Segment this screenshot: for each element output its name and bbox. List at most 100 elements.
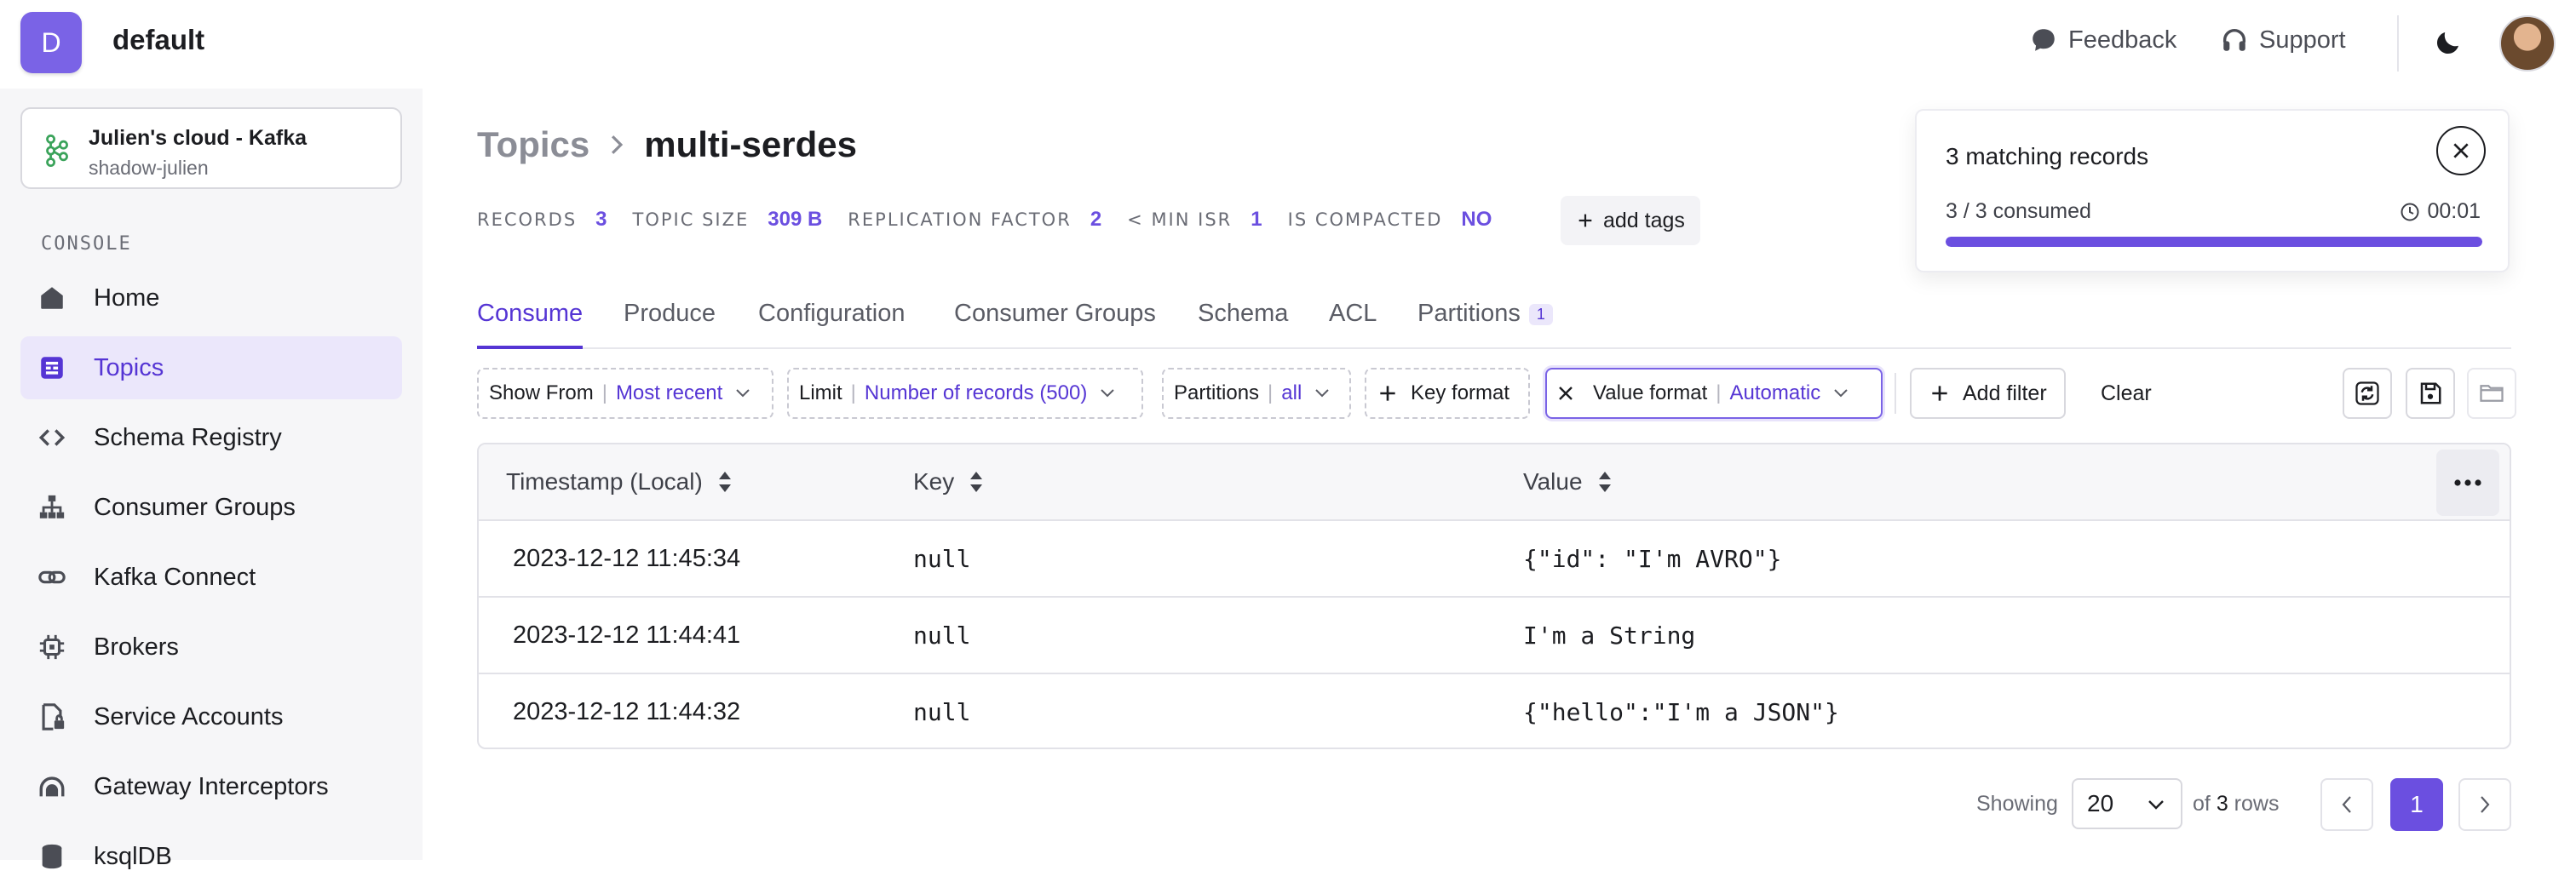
breadcrumb-topics-link[interactable]: Topics [477, 124, 589, 165]
partitions-count-badge: 1 [1528, 303, 1553, 325]
sidebar-item-label: Gateway Interceptors [94, 772, 329, 800]
sidebar-item-label: Service Accounts [94, 702, 284, 730]
show-from-filter[interactable]: Show From | Most recent [477, 368, 773, 419]
open-folder-button[interactable] [2467, 368, 2516, 419]
home-icon [41, 287, 63, 309]
tab-consumer-groups[interactable]: Consumer Groups [954, 300, 1156, 349]
file-lock-icon [42, 703, 65, 730]
next-page-button[interactable] [2458, 778, 2511, 831]
sort-icon [718, 472, 731, 492]
cell-timestamp: 2023-12-12 11:45:34 [513, 545, 741, 572]
sidebar-item-service-accounts[interactable]: Service Accounts [20, 685, 402, 748]
tab-acl[interactable]: ACL [1329, 300, 1377, 349]
add-filter-label: Add filter [1963, 381, 2047, 405]
topic-tabs: Consume Produce Configuration Consumer G… [477, 289, 2511, 349]
sidebar-section-label: CONSOLE [41, 233, 132, 255]
moon-icon[interactable] [2433, 27, 2464, 58]
sort-icon [970, 472, 983, 492]
sidebar-item-home[interactable]: Home [20, 266, 402, 329]
column-timestamp[interactable]: Timestamp (Local) [506, 468, 733, 496]
link-icon [38, 570, 66, 584]
database-icon [42, 844, 62, 869]
tab-partitions[interactable]: Partitions 1 [1417, 300, 1553, 349]
pagination: Showing 20 of 3 rows 1 [1976, 778, 2513, 831]
limit-value: Number of records (500) [864, 381, 1088, 404]
column-key[interactable]: Key [913, 468, 985, 496]
close-icon[interactable] [1557, 385, 1574, 402]
sidebar-item-ksqldb[interactable]: ksqlDB [20, 825, 402, 888]
tab-schema[interactable]: Schema [1198, 300, 1288, 349]
org-name[interactable]: default [112, 24, 204, 56]
refresh-button[interactable] [2343, 368, 2392, 419]
partitions-label: Partitions [1174, 381, 1260, 404]
toast-elapsed-value: 00:01 [2427, 199, 2481, 223]
stat-min-isr-value: 1 [1251, 208, 1262, 231]
cell-value: {"id": "I'm AVRO"} [1523, 545, 1782, 573]
cell-timestamp: 2023-12-12 11:44:41 [513, 622, 741, 649]
cell-timestamp: 2023-12-12 11:44:32 [513, 698, 741, 725]
column-value[interactable]: Value [1523, 468, 1613, 496]
toast-close-button[interactable] [2436, 126, 2486, 175]
code-icon [38, 429, 66, 446]
sidebar-item-topics[interactable]: Topics [20, 336, 402, 399]
total-rows: 3 [2216, 792, 2228, 816]
sidebar-item-label: Brokers [94, 633, 179, 661]
toast-elapsed: 00:01 [2400, 199, 2481, 224]
table-row[interactable]: 2023-12-12 11:44:41 null I'm a String [479, 598, 2510, 674]
value-format-value: Automatic [1729, 381, 1821, 404]
page-1-button[interactable]: 1 [2390, 778, 2443, 831]
limit-filter[interactable]: Limit | Number of records (500) [787, 368, 1143, 419]
add-tags-button[interactable]: add tags [1561, 196, 1700, 245]
cell-value: I'm a String [1523, 622, 1696, 650]
tab-configuration[interactable]: Configuration [758, 300, 906, 349]
value-format-filter[interactable]: Value format | Automatic [1545, 368, 1883, 419]
gateway-icon [39, 776, 65, 797]
folder-icon [2480, 385, 2504, 402]
table-options-button[interactable] [2436, 450, 2499, 516]
feedback-link[interactable]: Feedback [2029, 26, 2176, 54]
sidebar-item-gateway-interceptors[interactable]: Gateway Interceptors [20, 755, 402, 818]
sidebar-item-brokers[interactable]: Brokers [20, 616, 402, 679]
key-format-filter[interactable]: Key format [1365, 368, 1530, 419]
hierarchy-icon [39, 495, 65, 518]
add-filter-button[interactable]: Add filter [1910, 368, 2066, 419]
support-link[interactable]: Support [2220, 26, 2346, 54]
chevron-right-icon [2481, 796, 2490, 813]
table-row[interactable]: 2023-12-12 11:44:32 null {"hello":"I'm a… [479, 674, 2510, 748]
sidebar-item-consumer-groups[interactable]: Consumer Groups [20, 476, 402, 539]
clear-button[interactable]: Clear [2101, 368, 2152, 419]
column-timestamp-label: Timestamp (Local) [506, 468, 703, 495]
toast-progress-label: 3 / 3 consumed [1946, 199, 2091, 223]
headphones-icon [2222, 29, 2246, 51]
sidebar-item-kafka-connect[interactable]: Kafka Connect [20, 546, 402, 609]
page-size-select[interactable]: 20 [2072, 778, 2182, 829]
cell-key: null [913, 545, 971, 573]
partitions-filter[interactable]: Partitions | all [1162, 368, 1351, 419]
prev-page-button[interactable] [2320, 778, 2373, 831]
sort-icon [1598, 472, 1611, 492]
column-value-label: Value [1523, 468, 1583, 495]
cluster-selector[interactable]: Julien's cloud - Kafka shadow-julien [20, 107, 402, 189]
chevron-down-icon [1315, 389, 1330, 398]
sidebar-item-schema-registry[interactable]: Schema Registry [20, 406, 402, 469]
table-row[interactable]: 2023-12-12 11:45:34 null {"id": "I'm AVR… [479, 521, 2510, 598]
value-format-label: Value format [1593, 381, 1708, 404]
of-label: of [2193, 792, 2211, 816]
sidebar-item-label: Consumer Groups [94, 493, 296, 521]
page-title: multi-serdes [644, 124, 857, 164]
sidebar-item-label: Schema Registry [94, 423, 282, 451]
show-from-label: Show From [489, 381, 594, 404]
save-button[interactable] [2406, 368, 2455, 419]
user-avatar[interactable] [2499, 15, 2556, 72]
stat-replication-value: 2 [1090, 208, 1102, 231]
chat-bubble-icon [2033, 29, 2055, 51]
limit-label: Limit [799, 381, 842, 404]
table-header: Timestamp (Local) Key Value [479, 444, 2510, 521]
topics-icon [41, 357, 63, 379]
org-avatar[interactable]: D [20, 12, 82, 73]
tab-produce[interactable]: Produce [624, 300, 716, 349]
tab-consume[interactable]: Consume [477, 300, 584, 349]
chip-icon [39, 634, 65, 660]
plus-icon [1932, 386, 1947, 401]
toast-progress-bar [1946, 237, 2482, 247]
